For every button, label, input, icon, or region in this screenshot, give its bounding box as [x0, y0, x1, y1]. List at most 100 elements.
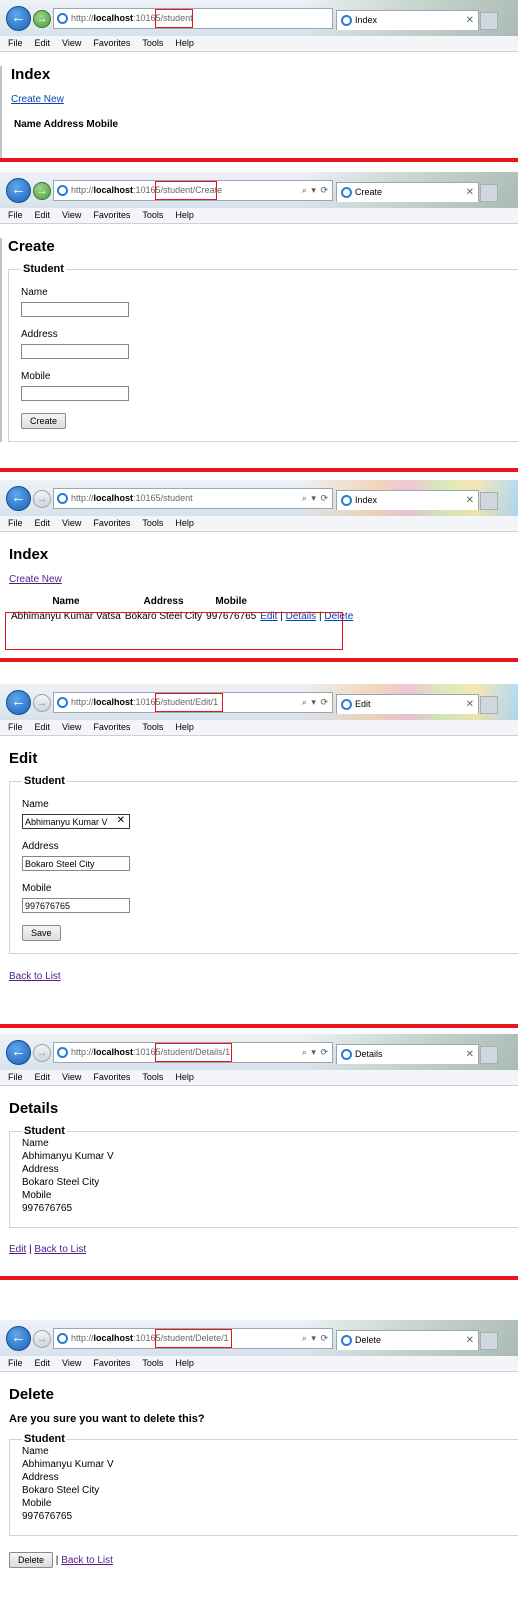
search-icon[interactable]: ⌕ ▾ ⟳: [302, 1329, 329, 1348]
forward-arrow-icon[interactable]: →: [33, 490, 51, 508]
edit-link[interactable]: Edit: [9, 1244, 26, 1255]
menu-file[interactable]: File: [8, 518, 23, 528]
menu-favorites[interactable]: Favorites: [93, 210, 130, 220]
search-icon[interactable]: ⌕ ▾ ⟳: [302, 181, 329, 200]
back-to-list-link[interactable]: Back to List: [34, 1244, 86, 1255]
menu-tools[interactable]: Tools: [142, 1358, 163, 1368]
close-icon[interactable]: ✕: [466, 695, 474, 714]
menu-help[interactable]: Help: [175, 722, 194, 732]
tab-delete[interactable]: Delete ✕: [336, 1330, 479, 1350]
browser-toolbar: ← → http://localhost:10165/student ⌕ ▾ ⟳…: [0, 480, 518, 516]
menu-file[interactable]: File: [8, 38, 23, 48]
new-tab-button[interactable]: [480, 492, 498, 510]
address-field[interactable]: [21, 344, 129, 359]
search-icon[interactable]: ⌕ ▾ ⟳: [302, 489, 329, 508]
save-button[interactable]: Save: [22, 925, 61, 941]
tab-create[interactable]: Create ✕: [336, 182, 479, 202]
create-new-link[interactable]: Create New: [9, 574, 62, 585]
menu-help[interactable]: Help: [175, 210, 194, 220]
menu-edit[interactable]: Edit: [35, 1072, 51, 1082]
address-field[interactable]: Bokaro Steel City: [22, 856, 130, 871]
search-icon[interactable]: ⌕ ▾ ⟳: [302, 1043, 329, 1062]
new-tab-button[interactable]: [480, 12, 498, 30]
menu-edit[interactable]: Edit: [35, 1358, 51, 1368]
back-to-list-link[interactable]: Back to List: [9, 971, 61, 982]
menu-file[interactable]: File: [8, 1072, 23, 1082]
create-button[interactable]: Create: [21, 413, 67, 429]
back-arrow-icon[interactable]: ←: [6, 690, 31, 715]
menu-file[interactable]: File: [8, 722, 23, 732]
forward-arrow-icon[interactable]: →: [33, 1330, 51, 1348]
menu-favorites[interactable]: Favorites: [93, 518, 130, 528]
forward-arrow-icon[interactable]: →: [33, 10, 51, 28]
new-tab-button[interactable]: [480, 1046, 498, 1064]
address-bar[interactable]: http://localhost:10165/student: [53, 8, 333, 29]
detail-value: Bokaro Steel City: [22, 1485, 100, 1496]
menu-edit[interactable]: Edit: [35, 210, 51, 220]
menu-edit[interactable]: Edit: [35, 518, 51, 528]
back-arrow-icon[interactable]: ←: [6, 1040, 31, 1065]
menu-view[interactable]: View: [62, 722, 81, 732]
close-icon[interactable]: ✕: [466, 11, 474, 30]
search-icon[interactable]: ⌕ ▾ ⟳: [302, 693, 329, 712]
menu-tools[interactable]: Tools: [142, 38, 163, 48]
menu-tools[interactable]: Tools: [142, 722, 163, 732]
separator: [0, 1024, 518, 1028]
menu-view[interactable]: View: [62, 518, 81, 528]
page-title: Edit: [9, 750, 38, 767]
menu-help[interactable]: Help: [175, 518, 194, 528]
back-to-list-link[interactable]: Back to List: [61, 1555, 113, 1566]
menu-edit[interactable]: Edit: [35, 722, 51, 732]
menu-help[interactable]: Help: [175, 1358, 194, 1368]
menu-file[interactable]: File: [8, 210, 23, 220]
detail-value: 997676765: [22, 1511, 73, 1522]
new-tab-button[interactable]: [480, 696, 498, 714]
name-field[interactable]: [21, 302, 129, 317]
menu-view[interactable]: View: [62, 38, 81, 48]
create-new-link[interactable]: Create New: [11, 94, 64, 105]
new-tab-button[interactable]: [480, 1332, 498, 1350]
page-content: Index Create New Name Address Mobile: [0, 66, 518, 160]
separator: [0, 158, 518, 162]
menu-favorites[interactable]: Favorites: [93, 1072, 130, 1082]
back-arrow-icon[interactable]: ←: [6, 486, 31, 511]
address-bar[interactable]: http://localhost:10165/student ⌕ ▾ ⟳: [53, 488, 333, 509]
details-list: Name Abhimanyu Kumar V Address Bokaro St…: [22, 1445, 518, 1523]
menu-view[interactable]: View: [62, 1358, 81, 1368]
back-arrow-icon[interactable]: ←: [6, 178, 31, 203]
menu-favorites[interactable]: Favorites: [93, 722, 130, 732]
forward-arrow-icon[interactable]: →: [33, 182, 51, 200]
back-arrow-icon[interactable]: ←: [6, 6, 31, 31]
close-icon[interactable]: ✕: [466, 491, 474, 510]
menu-view[interactable]: View: [62, 210, 81, 220]
menu-help[interactable]: Help: [175, 1072, 194, 1082]
name-field[interactable]: Abhimanyu Kumar V ✕: [22, 814, 130, 829]
menu-edit[interactable]: Edit: [35, 38, 51, 48]
tab-index[interactable]: Index ✕: [336, 10, 479, 30]
menu-file[interactable]: File: [8, 1358, 23, 1368]
close-icon[interactable]: ✕: [466, 1045, 474, 1064]
menu-tools[interactable]: Tools: [142, 518, 163, 528]
menu-help[interactable]: Help: [175, 38, 194, 48]
back-arrow-icon[interactable]: ←: [6, 1326, 31, 1351]
mobile-field[interactable]: [21, 386, 129, 401]
close-icon[interactable]: ✕: [466, 1331, 474, 1350]
menu-tools[interactable]: Tools: [142, 1072, 163, 1082]
screenshot-edit: ← → http://localhost:10165/student/Edit/…: [0, 684, 518, 1024]
forward-arrow-icon[interactable]: →: [33, 1044, 51, 1062]
internet-explorer-icon: [57, 1047, 68, 1058]
tab-details[interactable]: Details ✕: [336, 1044, 479, 1064]
delete-button[interactable]: Delete: [9, 1552, 54, 1568]
clear-icon[interactable]: ✕: [117, 815, 125, 827]
menu-tools[interactable]: Tools: [142, 210, 163, 220]
forward-arrow-icon[interactable]: →: [33, 694, 51, 712]
new-tab-button[interactable]: [480, 184, 498, 202]
menu-favorites[interactable]: Favorites: [93, 1358, 130, 1368]
separator: [0, 1276, 518, 1280]
tab-index[interactable]: Index ✕: [336, 490, 479, 510]
tab-edit[interactable]: Edit ✕: [336, 694, 479, 714]
menu-favorites[interactable]: Favorites: [93, 38, 130, 48]
menu-view[interactable]: View: [62, 1072, 81, 1082]
mobile-field[interactable]: 997676765: [22, 898, 130, 913]
close-icon[interactable]: ✕: [466, 183, 474, 202]
